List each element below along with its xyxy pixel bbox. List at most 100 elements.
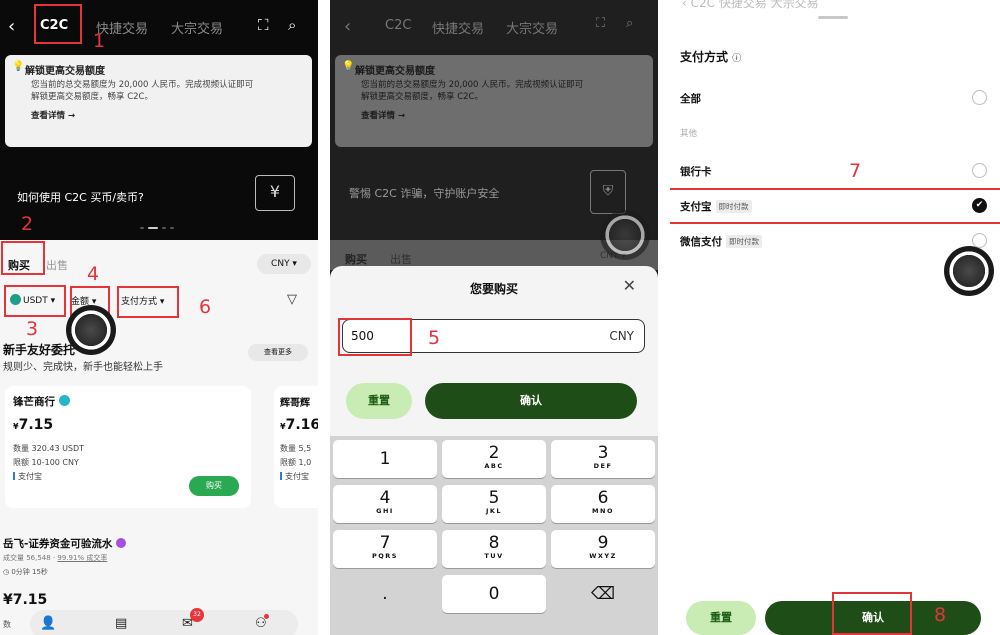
tab-c2c: C2C [385,18,412,33]
tab-sell[interactable]: 出售 [46,257,68,273]
annotation-1: 1 [93,30,106,52]
payment-title-row: 支付方式 ⓘ [680,48,741,65]
key-1[interactable]: 1 [333,440,437,478]
notice-desc-line1: 您当前的总交易额度为 20,000 人民币。完成视频认证即可 [31,80,254,90]
radio-bank-card[interactable] [972,163,987,178]
banner-title[interactable]: 如何使用 C2C 买币/卖币? [17,189,144,205]
back-icon[interactable]: ‹ [8,14,15,40]
dot [170,227,174,229]
search-icon: ⌕ [626,16,634,31]
badge-icon [116,538,127,548]
payment-title: 支付方式 [680,50,729,64]
merchant-quantity: 数量 5,5 [280,444,312,453]
merchant-3-stats: 成交量 56,548 · 99.91% 成交率 [3,553,107,563]
annotation-5: 5 [428,327,441,349]
key-4[interactable]: 4 GHI [333,485,437,523]
key-letters: GHI [376,507,394,515]
key-5[interactable]: 5 JKL [442,485,546,523]
key-digit: 8 [488,533,500,553]
key-letters: PQRS [372,552,398,560]
profile-dot [264,614,269,619]
c2c-market-screen: ‹ C2C 快捷交易 大宗交易 ⛶ ⌕ 💡 解锁更高交易额度 您当前的总交易额度… [0,0,318,635]
key-digit: 1 [379,449,391,469]
instant-pay-tag: 即时付款 [726,235,762,248]
ghost-tabbar: ‹ C2C 快捷交易 大宗交易 [670,0,1000,16]
nav-messages-icon[interactable]: ✉ 32 [182,608,204,631]
nav-profile-icon[interactable]: ⚇ [255,614,269,631]
annotation-box-c2c [34,4,82,44]
key-letters: WXYZ [589,552,617,560]
scan-icon[interactable]: ⛶ [258,16,269,34]
merchant-card-2[interactable]: 辉哥辉 ¥7.16 数量 5,5 限额 1,0 支付宝 [274,386,318,508]
key-0[interactable]: 0 [442,575,546,613]
reset-button[interactable]: 重置 [346,383,412,419]
key-digit: 0 [488,584,500,604]
touch-indicator [944,246,994,296]
option-wechat-pay[interactable]: 微信支付 即时付款 [680,234,1000,249]
merchant-3-name-row[interactable]: 岳飞-证券资金可验流水 [3,536,127,551]
nav-orders-icon[interactable]: ▤ [115,616,127,631]
view-details-link[interactable]: 查看详情 → [31,109,304,121]
section-title: 新手友好委托 [3,343,76,357]
annotation-box-coin [4,285,66,317]
key-3[interactable]: 3 DEF [551,440,655,478]
search-icon[interactable]: ⌕ [288,16,296,34]
key-6[interactable]: 6 MNO [551,485,655,523]
close-icon[interactable]: ✕ [623,276,636,295]
reset-button[interactable]: 重置 [686,601,756,635]
merchant-quantity: 数量 320.43 USDT [13,444,85,453]
key-8[interactable]: 8 TUV [442,530,546,568]
stats-volume: 成交量 56,548 · [3,554,58,562]
dot [162,227,166,229]
dot [140,227,144,229]
merchant-name: 辉哥辉 [280,398,310,409]
key-decimal[interactable]: . [333,575,437,613]
filter-funnel-icon[interactable]: ▽ [287,292,297,307]
notice-desc-line2: 解锁更高交易额度，畅享 C2C。 [31,92,153,102]
back-icon: ‹ [344,16,352,37]
section-subtitle: 规则少、完成快，新手也能轻松上手 [3,362,163,373]
key-digit: 7 [379,533,391,553]
option-all[interactable]: 全部 [680,91,1000,106]
merchant-name: 锋芒商行 [13,396,55,408]
see-more-button[interactable]: 查看更多 [248,344,308,361]
merchant-limit: 限额 1,0 [280,458,312,467]
fiat-currency-select[interactable]: CNY ▾ [257,254,311,274]
radio-all[interactable] [972,90,987,105]
tab-bulk-trade[interactable]: 大宗交易 [171,18,223,37]
tab-quick-trade: 快捷交易 [432,22,485,37]
merchant-name-row: 锋芒商行 [13,394,243,409]
merchant-payment: 支付宝 [280,471,318,482]
key-2[interactable]: 2 ABC [442,440,546,478]
sheet-handle[interactable] [818,16,848,19]
key-letters: JKL [485,507,503,515]
buy-amount-screen: ‹ C2C 快捷交易 大宗交易 ⛶ ⌕ 💡 解锁更高交易额度 您当前的总交易额度… [330,0,658,635]
dot-active [148,227,158,229]
tab-sell: 出售 [390,253,412,266]
info-icon[interactable]: ⓘ [732,54,741,64]
backspace-icon[interactable]: ⌫ [551,575,655,613]
annotation-3: 3 [26,318,39,340]
key-digit: 3 [597,443,609,463]
key-digit: . [382,584,388,604]
touch-indicator [66,305,116,355]
price-value: 7.16 [285,417,318,433]
merchant-card[interactable]: 锋芒商行 ¥7.15 数量 320.43 USDT 限额 10-100 CNY … [5,386,251,508]
merchant-3-time: ◷ 0分钟 15秒 [3,568,48,576]
key-letters: MNO [592,507,614,515]
confirm-button[interactable]: 确认 [425,383,637,419]
key-letters: TUV [484,552,504,560]
buy-button[interactable]: 购买 [189,476,239,496]
ghost-tabbar-text: ‹ C2C 快捷交易 大宗交易 [682,0,819,10]
stats-rate: 99.91% 成交率 [57,554,108,562]
key-7[interactable]: 7 PQRS [333,530,437,568]
annotation-box-confirm [832,592,912,635]
key-9[interactable]: 9 WXYZ [551,530,655,568]
annotation-box-payment [117,286,179,318]
other-header: 其他 [680,129,698,139]
tab-bulk-trade: 大宗交易 [506,22,559,37]
shield-doc-icon: ⛨ [590,170,626,214]
limit-notice-card: 💡 解锁更高交易额度 您当前的总交易额度为 20,000 人民币。完成视频认证即… [5,55,312,147]
nav-home-icon[interactable]: 👤 [40,616,56,631]
option-bank-card[interactable]: 银行卡 [680,164,1000,179]
